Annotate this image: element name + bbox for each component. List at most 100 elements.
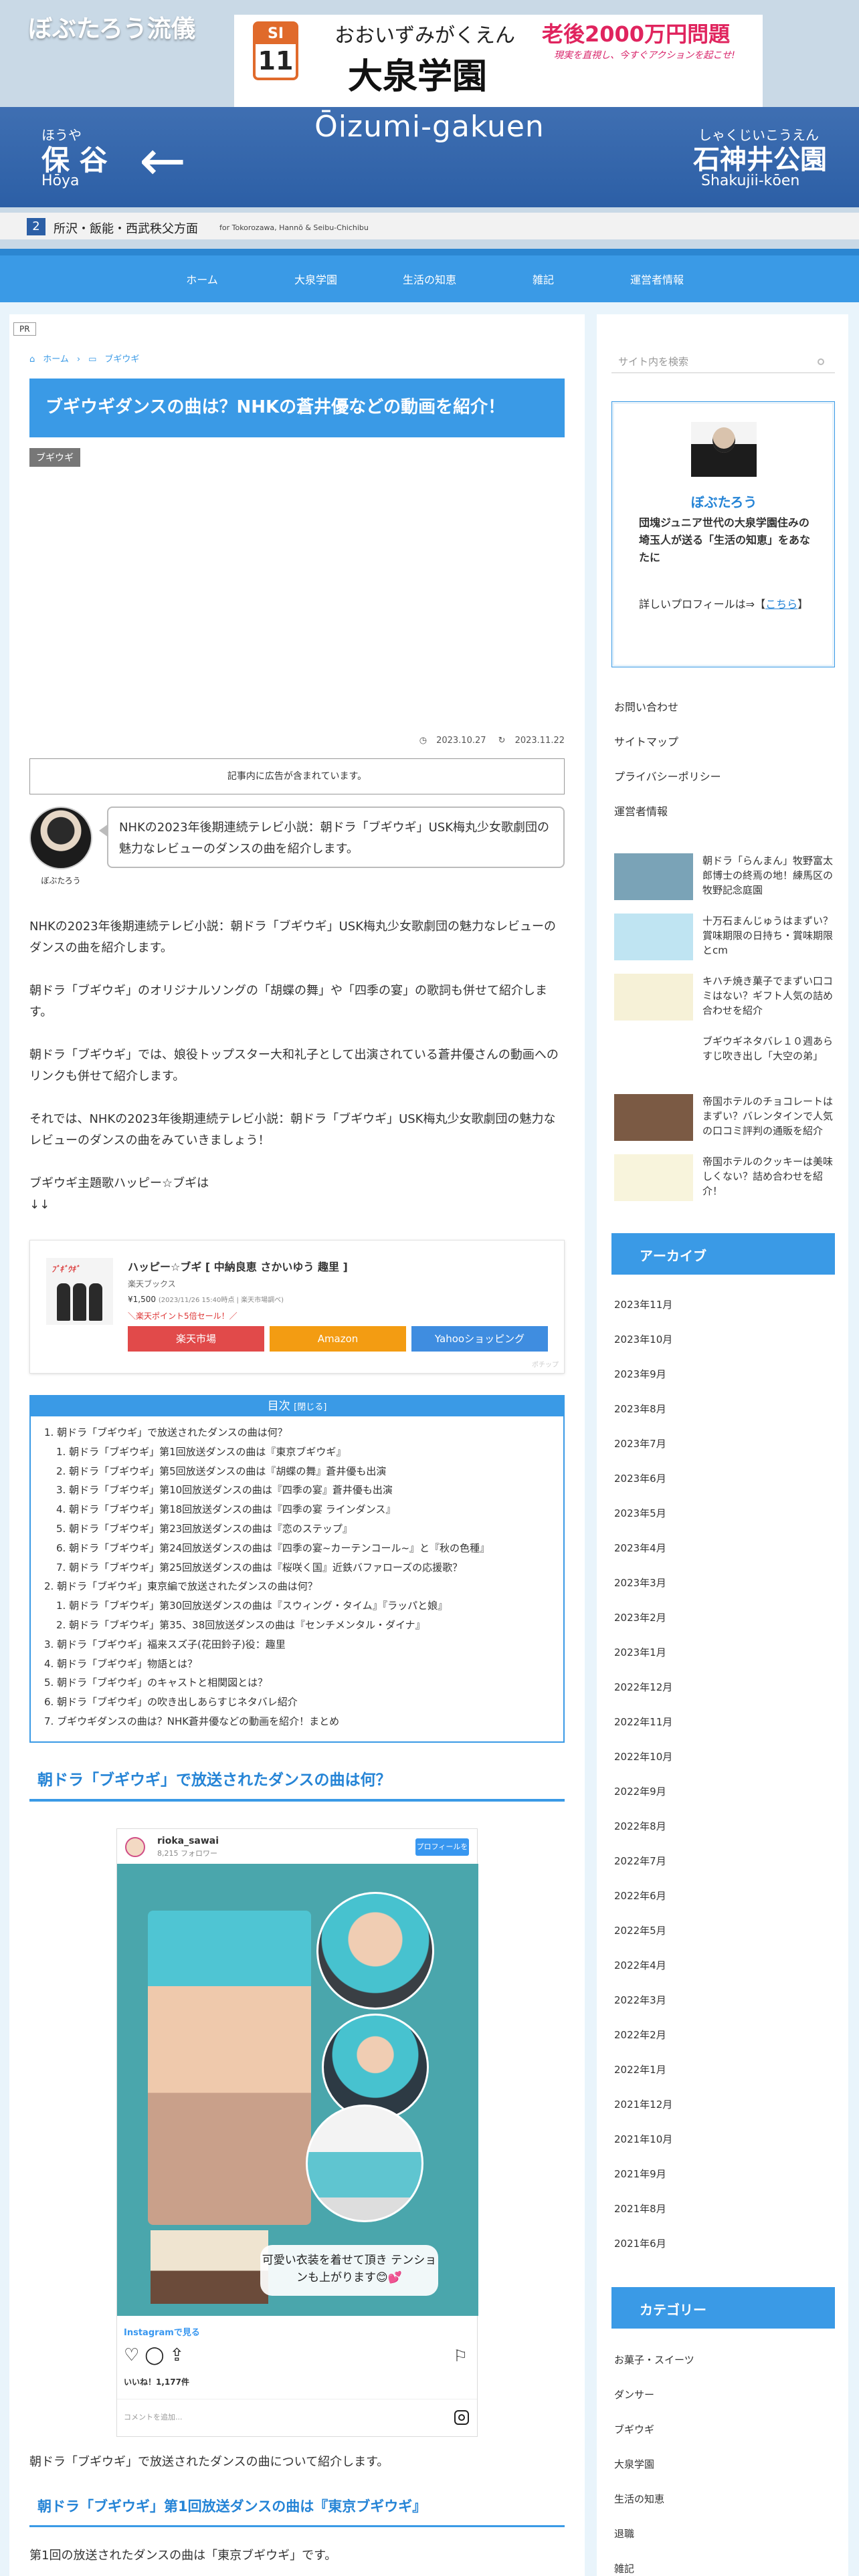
related-title[interactable]: 帝国ホテルのクッキーは美味しくない？詰め合わせを紹介！ bbox=[702, 1154, 836, 1198]
product-box: ﾌﾞｷﾞｳｷﾞ ハッピー☆ブギ [ 中納良恵 さかいゆう 趣里 ] 楽天ブックス… bbox=[29, 1240, 565, 1374]
category-link[interactable]: 生活の知恵 bbox=[614, 2492, 664, 2506]
search-input[interactable]: サイト内を検索 bbox=[611, 345, 835, 373]
category-link[interactable]: 雑記 bbox=[614, 2561, 634, 2575]
archive-link[interactable]: 2022年5月 bbox=[614, 1923, 666, 1937]
sidebar-link-privacy[interactable]: プライバシーポリシー bbox=[614, 768, 721, 784]
archive-link[interactable]: 2023年6月 bbox=[614, 1471, 666, 1485]
archive-link[interactable]: 2023年2月 bbox=[614, 1610, 666, 1624]
breadcrumb-home[interactable]: ホーム bbox=[43, 354, 69, 364]
related-post[interactable]: 帝国ホテルのクッキーは美味しくない？詰め合わせを紹介！ bbox=[614, 1154, 838, 1208]
archive-link[interactable]: 2021年10月 bbox=[614, 2132, 672, 2146]
archive-link[interactable]: 2022年10月 bbox=[614, 1749, 672, 1763]
related-post[interactable]: ブギウギネタバレ１０週あらすじ吹き出し「大空の弟」 bbox=[614, 1034, 838, 1087]
archive-link[interactable]: 2021年8月 bbox=[614, 2202, 666, 2216]
category-link[interactable]: お菓子・スイーツ bbox=[614, 2353, 694, 2367]
search-icon[interactable] bbox=[818, 358, 824, 365]
toc-item[interactable]: 6. 朝ドラ「ブギウギ」の吹き出しあらすじネタバレ紹介 bbox=[44, 1693, 563, 1712]
nav-item-misc[interactable]: 雑記 bbox=[486, 271, 600, 287]
related-post[interactable]: 帝国ホテルのチョコレートはまずい？バレンタインで人気の口コミ評判の通販を紹介 bbox=[614, 1094, 838, 1148]
toc-item[interactable]: 1. 朝ドラ「ブギウギ」第1回放送ダンスの曲は『東京ブギウギ』 bbox=[44, 1442, 563, 1462]
toc-item[interactable]: 5. 朝ドラ「ブギウギ」第23回放送ダンスの曲は『恋のステップ』 bbox=[44, 1519, 563, 1539]
related-title[interactable]: ブギウギネタバレ１０週あらすじ吹き出し「大空の弟」 bbox=[702, 1034, 836, 1063]
nav-item-home[interactable]: ホーム bbox=[145, 271, 259, 287]
category-link[interactable]: ダンサー bbox=[614, 2387, 654, 2401]
amazon-button[interactable]: Amazon bbox=[270, 1326, 406, 1352]
profile-more-link[interactable]: こちら bbox=[765, 598, 797, 611]
archive-link[interactable]: 2023年1月 bbox=[614, 1645, 666, 1659]
archive-link[interactable]: 2023年4月 bbox=[614, 1541, 666, 1555]
related-thumb bbox=[614, 1154, 693, 1201]
related-title[interactable]: 朝ドラ「らんまん」牧野富太郎博士の終焉の地！練馬区の牧野記念庭園 bbox=[702, 853, 836, 897]
instagram-photo[interactable]: 可愛い衣装を着せて頂き テンションも上がります😊💕 bbox=[117, 1864, 478, 2316]
archive-link[interactable]: 2022年2月 bbox=[614, 2028, 666, 2042]
archive-link[interactable]: 2023年7月 bbox=[614, 1436, 666, 1451]
instagram-avatar[interactable] bbox=[125, 1837, 145, 1857]
related-post[interactable]: 朝ドラ「らんまん」牧野富太郎博士の終焉の地！練馬区の牧野記念庭園 bbox=[614, 853, 838, 907]
category-link[interactable]: 大泉学園 bbox=[614, 2457, 654, 2471]
archive-link[interactable]: 2022年1月 bbox=[614, 2062, 666, 2076]
toc-item[interactable]: 2. 朝ドラ「ブギウギ」第5回放送ダンスの曲は『胡蝶の舞』蒼井優も出演 bbox=[44, 1462, 563, 1481]
toc-item[interactable]: 5. 朝ドラ「ブギウギ」のキャストと相関図とは？ bbox=[44, 1673, 563, 1693]
toc-item[interactable]: 4. 朝ドラ「ブギウギ」第18回放送ダンスの曲は『四季の宴 ラインダンス』 bbox=[44, 1500, 563, 1519]
archive-link[interactable]: 2022年4月 bbox=[614, 1958, 666, 1972]
sidebar-link-contact[interactable]: お問い合わせ bbox=[614, 698, 678, 714]
product-image[interactable]: ﾌﾞｷﾞｳｷﾞ bbox=[46, 1258, 113, 1325]
instagram-logo-icon[interactable] bbox=[454, 2410, 469, 2425]
site-title[interactable]: ぼぶたろう流儀 bbox=[28, 9, 195, 44]
archive-link[interactable]: 2022年8月 bbox=[614, 1819, 666, 1833]
toc-item[interactable]: 6. 朝ドラ「ブギウギ」第24回放送ダンスの曲は『四季の宴~カーテンコール~』と… bbox=[44, 1539, 563, 1558]
bookmark-icon[interactable]: ⚐ bbox=[453, 2347, 468, 2365]
archive-link[interactable]: 2023年9月 bbox=[614, 1367, 666, 1381]
toc-toggle[interactable]: [閉じる] bbox=[294, 1402, 326, 1412]
nav-item-oizumi[interactable]: 大泉学園 bbox=[259, 271, 373, 287]
sidebar-link-sitemap[interactable]: サイトマップ bbox=[614, 733, 678, 749]
archive-link[interactable]: 2021年12月 bbox=[614, 2097, 672, 2111]
archive-link[interactable]: 2022年7月 bbox=[614, 1854, 666, 1868]
breadcrumb-category[interactable]: ブギウギ bbox=[104, 354, 139, 364]
archive-link[interactable]: 2023年8月 bbox=[614, 1402, 666, 1416]
toc-title: 目次 bbox=[267, 1400, 290, 1413]
rakuten-button[interactable]: 楽天市場 bbox=[128, 1326, 264, 1352]
archive-link[interactable]: 2021年9月 bbox=[614, 2167, 666, 2181]
archive-link[interactable]: 2022年9月 bbox=[614, 1784, 666, 1798]
toc-item[interactable]: 2. 朝ドラ「ブギウギ」東京編で放送されたダンスの曲は何？ bbox=[44, 1577, 563, 1596]
archive-link[interactable]: 2022年11月 bbox=[614, 1715, 672, 1729]
related-title[interactable]: 帝国ホテルのチョコレートはまずい？バレンタインで人気の口コミ評判の通販を紹介 bbox=[702, 1094, 836, 1138]
toc-item[interactable]: 1. 朝ドラ「ブギウギ」第30回放送ダンスの曲は『スウィング・タイム』『ラッパと… bbox=[44, 1596, 563, 1616]
archive-link[interactable]: 2022年12月 bbox=[614, 1680, 672, 1694]
toc-item[interactable]: 7. ブギウギダンスの曲は？NHK蒼井優などの動画を紹介！まとめ bbox=[44, 1712, 563, 1731]
category-tag[interactable]: ブギウギ bbox=[29, 448, 80, 467]
related-post[interactable]: キハチ焼き菓子でまずい口コミはない？ギフト人気の詰め合わせを紹介 bbox=[614, 974, 838, 1027]
archive-link[interactable]: 2021年6月 bbox=[614, 2236, 666, 2250]
nav-item-life-tips[interactable]: 生活の知恵 bbox=[373, 271, 486, 287]
archive-link[interactable]: 2023年11月 bbox=[614, 1297, 672, 1311]
nav-item-about[interactable]: 運営者情報 bbox=[600, 271, 714, 287]
instagram-view-link[interactable]: Instagramで見る bbox=[124, 2325, 200, 2338]
archive-link[interactable]: 2023年10月 bbox=[614, 1332, 672, 1346]
toc-item[interactable]: 1. 朝ドラ「ブギウギ」で放送されたダンスの曲は何？ bbox=[44, 1423, 563, 1442]
toc-item[interactable]: 7. 朝ドラ「ブギウギ」第25回放送ダンスの曲は『桜咲く国』近鉄バファローズの応… bbox=[44, 1558, 563, 1578]
category-link[interactable]: 退職 bbox=[614, 2527, 634, 2541]
yahoo-button[interactable]: Yahooショッピング bbox=[411, 1326, 548, 1352]
related-post[interactable]: 十万石まんじゅうはまずい？賞味期限の日持ち・賞味期限とcm bbox=[614, 914, 838, 967]
category-link[interactable]: ブギウギ bbox=[614, 2422, 654, 2436]
instagram-profile-button[interactable]: プロフィールを見る bbox=[415, 1838, 469, 1868]
archive-link[interactable]: 2022年6月 bbox=[614, 1889, 666, 1903]
archive-link[interactable]: 2023年3月 bbox=[614, 1576, 666, 1590]
profile-name: ぼぶたろう bbox=[690, 494, 757, 510]
toc-item[interactable]: 3. 朝ドラ「ブギウギ」福来スズ子(花田鈴子)役：趣里 bbox=[44, 1635, 563, 1654]
comment-icon[interactable]: ◯ bbox=[145, 2345, 169, 2365]
toc-item[interactable]: 2. 朝ドラ「ブギウギ」第35、38回放送ダンスの曲は『センチメンタル・ダイナ』 bbox=[44, 1616, 563, 1635]
sidebar-link-about[interactable]: 運営者情報 bbox=[614, 802, 668, 819]
share-icon[interactable]: ⇪ bbox=[169, 2345, 189, 2365]
related-title[interactable]: 十万石まんじゅうはまずい？賞味期限の日持ち・賞味期限とcm bbox=[702, 914, 836, 958]
archive-link[interactable]: 2022年3月 bbox=[614, 1993, 666, 2007]
instagram-username[interactable]: rioka_sawai bbox=[157, 1836, 219, 1846]
toc-item[interactable]: 4. 朝ドラ「ブギウギ」物語とは？ bbox=[44, 1654, 563, 1674]
heart-icon[interactable]: ♡ bbox=[124, 2345, 145, 2365]
toc-item[interactable]: 3. 朝ドラ「ブギウギ」第10回放送ダンスの曲は『四季の宴』蒼井優も出演 bbox=[44, 1481, 563, 1500]
product-title[interactable]: ハッピー☆ブギ [ 中納良恵 さかいゆう 趣里 ] bbox=[128, 1258, 348, 1274]
instagram-comment-hint[interactable]: コメントを追加... bbox=[124, 2411, 183, 2422]
related-title[interactable]: キハチ焼き菓子でまずい口コミはない？ギフト人気の詰め合わせを紹介 bbox=[702, 974, 836, 1018]
archive-link[interactable]: 2023年5月 bbox=[614, 1506, 666, 1520]
